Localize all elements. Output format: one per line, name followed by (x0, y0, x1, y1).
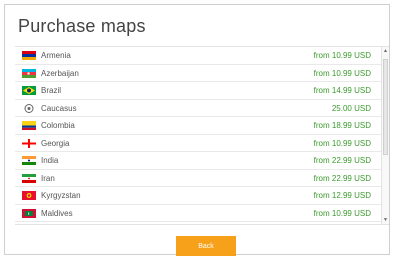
country-row[interactable]: India from 22.99 USD (15, 152, 381, 170)
country-row[interactable]: Armenia from 10.99 USD (15, 47, 381, 65)
country-price: from 10.99 USD (313, 51, 371, 60)
scrollbar[interactable]: ▲ ▼ (381, 47, 389, 224)
country-price: 25.00 USD (331, 103, 371, 113)
scroll-up-arrow-icon[interactable]: ▲ (383, 48, 388, 54)
country-name: Iran (41, 173, 55, 183)
country-price: from 22.99 USD (313, 173, 371, 183)
country-row[interactable]: Azerbaijan from 10.99 USD (15, 65, 381, 82)
country-price: from 10.99 USD (313, 138, 371, 148)
country-name: Azerbaijan (41, 68, 79, 78)
iran-flag-icon (22, 173, 36, 183)
country-name: Kyrgyzstan (41, 191, 81, 200)
purchase-maps-dialog: Purchase maps Armenia from 10.99 USD Azerb… (4, 4, 390, 256)
country-price: from 12.99 USD (313, 191, 371, 200)
azerbaijan-flag-icon (22, 68, 36, 78)
scroll-down-arrow-icon[interactable]: ▼ (383, 217, 388, 223)
dialog-title: Purchase maps (18, 16, 146, 36)
country-price: from 14.99 USD (313, 86, 371, 95)
country-name: Armenia (41, 51, 71, 60)
country-row[interactable]: Iran from 22.99 USD (15, 170, 381, 187)
country-row[interactable]: Caucasus 25.00 USD (15, 100, 381, 117)
country-name: Colombia (41, 121, 75, 130)
country-price: from 18.99 USD (313, 121, 371, 130)
india-flag-icon (22, 156, 36, 165)
caucasus-region-icon (22, 103, 36, 113)
country-name: Georgia (41, 138, 70, 148)
country-name: India (41, 156, 59, 165)
georgia-flag-icon (22, 138, 36, 148)
armenia-flag-icon (22, 51, 36, 60)
country-name: Brazil (41, 86, 62, 95)
brazil-flag-icon (22, 86, 36, 95)
country-price: from 10.99 USD (313, 68, 371, 78)
country-row[interactable]: Colombia from 18.99 USD (15, 117, 381, 135)
country-price: from 22.99 USD (313, 156, 371, 165)
country-row[interactable]: Maldives from 10.99 USD (15, 205, 381, 222)
back-button[interactable]: Back (176, 236, 236, 256)
country-name: Maldives (41, 208, 73, 218)
country-list[interactable]: Armenia from 10.99 USD Azerbaijan from 10.9… (15, 46, 389, 225)
scroll-thumb[interactable] (383, 59, 388, 155)
country-name: Caucasus (41, 103, 77, 113)
country-row[interactable]: Kyrgyzstan from 12.99 USD (15, 187, 381, 205)
country-price: from 10.99 USD (313, 208, 371, 218)
colombia-flag-icon (22, 121, 36, 130)
kyrgyzstan-flag-icon (22, 191, 36, 200)
country-row[interactable]: Georgia from 10.99 USD (15, 135, 381, 152)
country-row[interactable]: Brazil from 14.99 USD (15, 82, 381, 100)
maldives-flag-icon (22, 208, 36, 218)
